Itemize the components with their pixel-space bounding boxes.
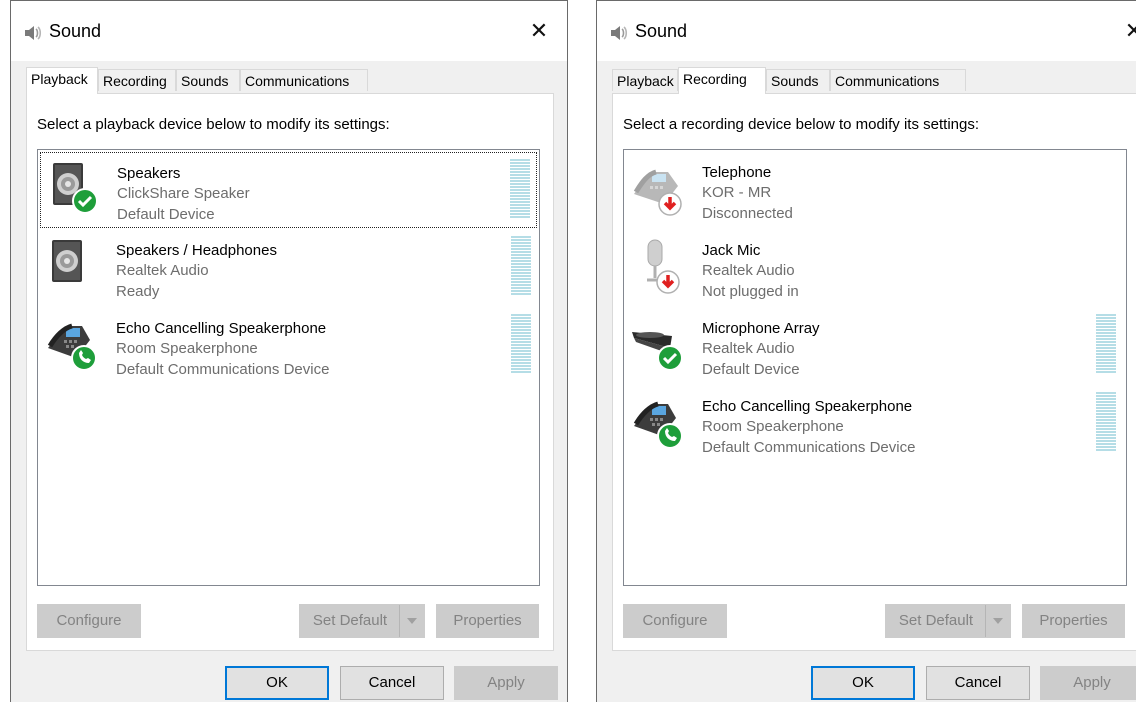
device-name: Speakers / Headphones — [116, 242, 277, 259]
device-status: Default Communications Device — [116, 361, 330, 378]
device-description: KOR - MR — [702, 184, 772, 201]
device-name: Microphone Array — [702, 320, 820, 337]
tab-panel: Select a recording device below to modif… — [612, 93, 1136, 651]
device-item-telephone[interactable]: Telephone KOR - MR Disconnected — [626, 152, 1124, 228]
close-icon: ✕ — [529, 18, 549, 43]
instruction-text: Select a recording device below to modif… — [623, 116, 980, 133]
device-item-speakers-headphones[interactable]: Speakers / Headphones Realtek Audio Read… — [40, 230, 537, 306]
tab-communications[interactable]: Communications — [240, 69, 368, 91]
device-name: Telephone — [702, 164, 772, 181]
speaker-icon — [53, 163, 98, 214]
apply-button[interactable]: Apply — [1040, 666, 1136, 700]
speaker-icon — [25, 26, 42, 40]
microphone-icon — [647, 239, 680, 294]
device-status: Default Device — [117, 206, 215, 223]
instruction-text: Select a playback device below to modify… — [37, 116, 390, 133]
device-item-jack-mic[interactable]: Jack Mic Realtek Audio Not plugged in — [626, 230, 1124, 306]
ok-button[interactable]: OK — [225, 666, 329, 700]
tab-communications[interactable]: Communications — [830, 69, 966, 91]
device-list[interactable]: Telephone KOR - MR Disconnected Jack Mic… — [623, 149, 1127, 586]
window-title: Sound — [49, 21, 102, 41]
device-description: Realtek Audio — [116, 262, 209, 279]
title-bar[interactable]: Sound ✕ — [11, 1, 567, 61]
device-status: Disconnected — [702, 205, 793, 222]
sound-dialog-recording: Sound ✕ Playback Recording Sounds Commun… — [596, 0, 1136, 702]
device-description: Room Speakerphone — [702, 418, 844, 435]
volume-level-meter — [511, 314, 531, 374]
cancel-button[interactable]: Cancel — [340, 666, 444, 700]
title-bar[interactable]: Sound ✕ — [597, 1, 1136, 61]
device-description: Realtek Audio — [702, 262, 795, 279]
tab-recording[interactable]: Recording — [98, 69, 176, 91]
device-status: Ready — [116, 283, 160, 300]
close-button[interactable]: ✕ — [517, 11, 561, 51]
volume-level-meter — [1096, 314, 1116, 374]
set-default-button[interactable]: Set Default — [299, 604, 425, 638]
close-icon: ✕ — [1125, 18, 1136, 43]
down-arrow-badge-icon — [656, 270, 680, 294]
properties-button[interactable]: Properties — [1022, 604, 1125, 638]
tab-playback[interactable]: Playback — [26, 67, 98, 94]
device-item-speakers[interactable]: Speakers ClickShare Speaker Default Devi… — [40, 152, 537, 228]
device-status: Not plugged in — [702, 283, 799, 300]
device-name: Speakers — [117, 165, 181, 182]
phone-badge-icon — [657, 423, 683, 449]
volume-level-meter — [1096, 392, 1116, 452]
tab-panel: Select a playback device below to modify… — [26, 93, 554, 651]
close-button[interactable]: ✕ — [1112, 11, 1136, 51]
device-description: ClickShare Speaker — [117, 185, 250, 202]
check-badge-icon — [657, 345, 683, 371]
device-status: Default Communications Device — [702, 439, 916, 456]
microphone-array-icon — [632, 332, 683, 371]
tab-sounds[interactable]: Sounds — [176, 69, 240, 91]
chevron-down-icon[interactable] — [399, 605, 424, 637]
configure-button[interactable]: Configure — [37, 604, 141, 638]
chevron-down-icon[interactable] — [985, 605, 1010, 637]
device-item-microphone-array[interactable]: Microphone Array Realtek Audio Default D… — [626, 308, 1124, 384]
volume-level-meter — [510, 159, 530, 219]
sound-dialog-playback: Sound ✕ Playback Recording Sounds Commun… — [10, 0, 568, 702]
set-default-label: Set Default — [312, 612, 388, 629]
device-item-echo-speakerphone[interactable]: Echo Cancelling Speakerphone Room Speake… — [40, 308, 537, 384]
check-badge-icon — [72, 188, 98, 214]
set-default-label: Set Default — [898, 612, 974, 629]
device-name: Echo Cancelling Speakerphone — [702, 398, 913, 415]
tab-sounds[interactable]: Sounds — [766, 69, 830, 91]
speakerphone-icon — [47, 323, 97, 371]
device-name: Echo Cancelling Speakerphone — [116, 320, 327, 337]
window-title: Sound — [635, 21, 688, 41]
configure-button[interactable]: Configure — [623, 604, 727, 638]
speaker-icon — [611, 26, 628, 40]
volume-level-meter — [511, 236, 531, 296]
tab-playback[interactable]: Playback — [612, 69, 678, 91]
tab-recording[interactable]: Recording — [678, 67, 766, 94]
ok-button[interactable]: OK — [811, 666, 915, 700]
device-item-echo-speakerphone[interactable]: Echo Cancelling Speakerphone Room Speake… — [626, 386, 1124, 462]
speakerphone-icon — [633, 401, 683, 449]
telephone-icon — [633, 169, 682, 216]
down-arrow-badge-icon — [658, 192, 682, 216]
set-default-button[interactable]: Set Default — [885, 604, 1011, 638]
device-description: Room Speakerphone — [116, 340, 258, 357]
device-name: Jack Mic — [702, 242, 761, 259]
device-status: Default Device — [702, 361, 800, 378]
cancel-button[interactable]: Cancel — [926, 666, 1030, 700]
phone-badge-icon — [71, 345, 97, 371]
device-list[interactable]: Speakers ClickShare Speaker Default Devi… — [37, 149, 540, 586]
apply-button[interactable]: Apply — [454, 666, 558, 700]
device-description: Realtek Audio — [702, 340, 795, 357]
speaker-icon — [52, 240, 82, 282]
properties-button[interactable]: Properties — [436, 604, 539, 638]
